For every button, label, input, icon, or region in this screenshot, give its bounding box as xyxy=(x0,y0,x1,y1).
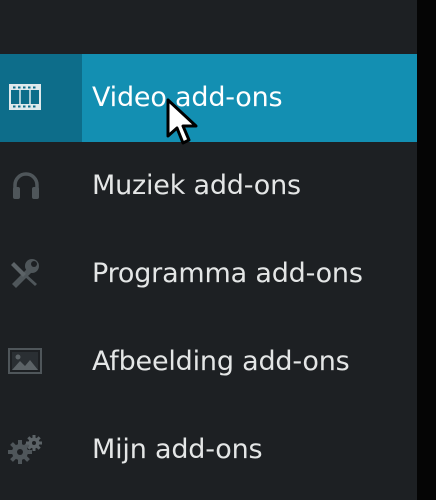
headphones-icon xyxy=(13,172,39,199)
menu-item-video-addons[interactable]: Video add-ons xyxy=(0,54,417,142)
picture-icon xyxy=(8,348,42,374)
mouse-cursor-icon xyxy=(166,98,198,145)
menu-item-icon-cell xyxy=(0,318,82,406)
tools-icon xyxy=(11,259,39,288)
gears-icon xyxy=(8,435,42,464)
addons-menu: Video add-ons Muziek add-ons Programma a… xyxy=(0,0,417,500)
menu-item-icon-cell xyxy=(0,142,82,230)
background-edge xyxy=(417,0,436,500)
menu-item-programma-addons[interactable]: Programma add-ons xyxy=(0,230,417,318)
menu-item-label: Programma add-ons xyxy=(92,258,363,289)
menu-item-icon-cell xyxy=(0,406,82,494)
menu-item-label: Mijn add-ons xyxy=(92,434,263,465)
menu-item-icon-cell xyxy=(0,54,82,142)
menu-item-label: Muziek add-ons xyxy=(92,170,301,201)
menu-item-muziek-addons[interactable]: Muziek add-ons xyxy=(0,142,417,230)
menu-item-label: Afbeelding add-ons xyxy=(92,346,350,377)
film-icon xyxy=(9,84,41,110)
menu-item-icon-cell xyxy=(0,230,82,318)
screen: Video add-ons Muziek add-ons Programma a… xyxy=(0,0,436,500)
menu-item-mijn-addons[interactable]: Mijn add-ons xyxy=(0,406,417,494)
menu-item-afbeelding-addons[interactable]: Afbeelding add-ons xyxy=(0,318,417,406)
